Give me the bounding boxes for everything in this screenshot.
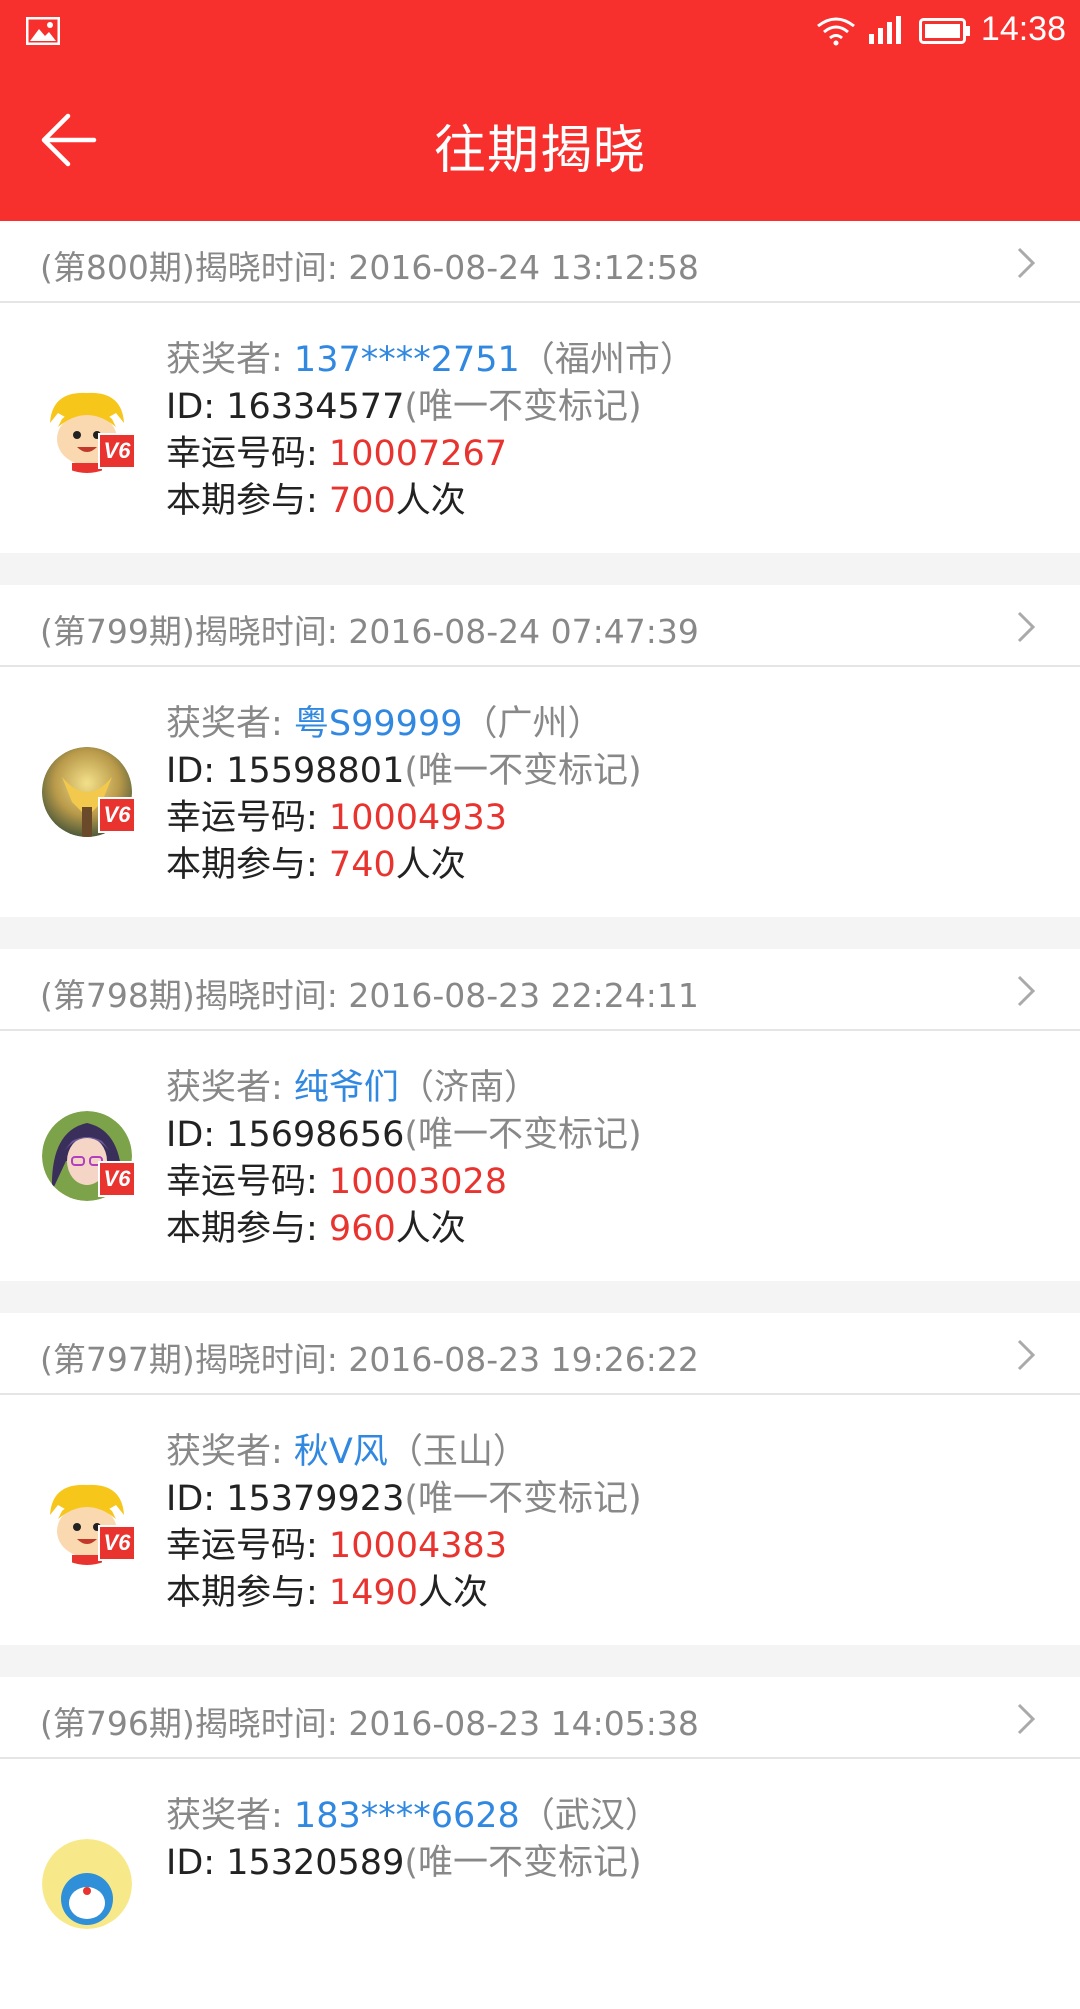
history-list: (第800期)揭晓时间: 2016-08-24 13:12:58 V6 获奖者: — [0, 221, 1080, 2009]
vip-badge: V6 — [98, 1161, 136, 1197]
id-note: (唯一不变标记) — [404, 1115, 642, 1155]
lucky-label: 幸运号码: — [166, 798, 329, 838]
status-time: 14:38 — [980, 10, 1066, 48]
winner-location: （玉山） — [387, 1432, 528, 1472]
winner-name[interactable]: 137****2751 — [294, 340, 520, 380]
period-card[interactable]: (第799期)揭晓时间: 2016-08-24 07:47:39 V6 获奖者:… — [0, 585, 1080, 917]
joined-label: 本期参与: — [166, 1573, 329, 1613]
wifi-icon — [817, 17, 855, 46]
chevron-right-icon — [1017, 1339, 1036, 1371]
lucky-number: 10004383 — [328, 1526, 508, 1566]
winner-label: 获奖者: — [166, 704, 294, 744]
joined-unit: 人次 — [395, 481, 466, 521]
joined-label: 本期参与: — [166, 1209, 329, 1249]
doraemon-avatar-icon — [42, 1839, 132, 1929]
user-id: 15698656 — [226, 1115, 405, 1155]
period-header[interactable]: (第798期)揭晓时间: 2016-08-23 22:24:11 — [0, 949, 1080, 1031]
period-header-text: (第797期)揭晓时间: 2016-08-23 19:26:22 — [40, 1340, 699, 1379]
period-body: V6 获奖者: 粤S99999（广州） ID: 15598801(唯一不变标记)… — [0, 667, 1080, 917]
winner-label: 获奖者: — [166, 340, 294, 380]
winner-location: （武汉） — [519, 1796, 660, 1836]
period-header-text: (第800期)揭晓时间: 2016-08-24 13:12:58 — [40, 248, 699, 287]
avatar: V6 — [42, 1475, 136, 1565]
joined-label: 本期参与: — [166, 481, 329, 521]
winner-location: （济南） — [398, 1068, 539, 1108]
joined-unit: 人次 — [395, 1209, 466, 1249]
period-card[interactable]: (第800期)揭晓时间: 2016-08-24 13:12:58 V6 获奖者: — [0, 221, 1080, 553]
joined-count: 960 — [328, 1209, 396, 1249]
vip-badge: V6 — [98, 797, 136, 833]
period-body: 获奖者: 183****6628（武汉） ID: 15320589(唯一不变标记… — [0, 1759, 1080, 2009]
user-id: 15598801 — [226, 751, 405, 791]
image-notification-icon — [26, 17, 60, 45]
period-header[interactable]: (第799期)揭晓时间: 2016-08-24 07:47:39 — [0, 585, 1080, 667]
id-label: ID: — [166, 1479, 227, 1519]
winner-label: 获奖者: — [166, 1068, 294, 1108]
winner-name[interactable]: 秋V风 — [294, 1432, 388, 1472]
divider — [0, 1645, 1080, 1677]
winner-name[interactable]: 粤S99999 — [294, 704, 463, 744]
period-header-text: (第799期)揭晓时间: 2016-08-24 07:47:39 — [40, 612, 699, 651]
winner-label: 获奖者: — [166, 1796, 294, 1836]
id-note: (唯一不变标记) — [404, 387, 642, 427]
period-body: V6 获奖者: 137****2751（福州市） ID: 16334577(唯一… — [0, 303, 1080, 553]
joined-unit: 人次 — [418, 1573, 489, 1613]
joined-count: 740 — [328, 845, 396, 885]
vip-badge: V6 — [98, 1525, 136, 1561]
lucky-number: 10007267 — [328, 434, 508, 474]
period-card[interactable]: (第798期)揭晓时间: 2016-08-23 22:24:11 V6 获奖者:… — [0, 949, 1080, 1281]
lucky-number: 10003028 — [328, 1162, 508, 1202]
period-header[interactable]: (第797期)揭晓时间: 2016-08-23 19:26:22 — [0, 1313, 1080, 1395]
lucky-label: 幸运号码: — [166, 1162, 329, 1202]
period-body: V6 获奖者: 秋V风（玉山） ID: 15379923(唯一不变标记) 幸运号… — [0, 1395, 1080, 1645]
id-label: ID: — [166, 1843, 227, 1883]
chevron-right-icon — [1017, 1703, 1036, 1735]
app-bar: 14:38 往期揭晓 — [0, 0, 1080, 221]
divider — [0, 553, 1080, 585]
period-card[interactable]: (第797期)揭晓时间: 2016-08-23 19:26:22 V6 获奖者: — [0, 1313, 1080, 1645]
joined-count: 1490 — [328, 1573, 418, 1613]
avatar: V6 — [42, 383, 136, 473]
signal-icon — [869, 16, 901, 44]
winner-label: 获奖者: — [166, 1432, 294, 1472]
winner-name[interactable]: 183****6628 — [294, 1796, 520, 1836]
joined-count: 700 — [328, 481, 396, 521]
joined-unit: 人次 — [395, 845, 466, 885]
period-body: V6 获奖者: 纯爷们（济南） ID: 15698656(唯一不变标记) 幸运号… — [0, 1031, 1080, 1281]
user-id: 16334577 — [226, 387, 405, 427]
period-header-text: (第796期)揭晓时间: 2016-08-23 14:05:38 — [40, 1704, 699, 1743]
period-header-text: (第798期)揭晓时间: 2016-08-23 22:24:11 — [40, 976, 699, 1015]
winner-name[interactable]: 纯爷们 — [294, 1068, 399, 1108]
id-label: ID: — [166, 1115, 227, 1155]
winner-location: （广州） — [462, 704, 603, 744]
user-id: 15320589 — [226, 1843, 405, 1883]
avatar — [42, 1839, 132, 1929]
id-note: (唯一不变标记) — [404, 751, 642, 791]
id-note: (唯一不变标记) — [404, 1479, 642, 1519]
period-header[interactable]: (第796期)揭晓时间: 2016-08-23 14:05:38 — [0, 1677, 1080, 1759]
winner-location: （福州市） — [519, 340, 695, 380]
id-label: ID: — [166, 387, 227, 427]
lucky-number: 10004933 — [328, 798, 508, 838]
lucky-label: 幸运号码: — [166, 1526, 329, 1566]
avatar: V6 — [42, 1111, 136, 1201]
vip-badge: V6 — [98, 433, 136, 469]
status-bar: 14:38 — [0, 0, 1080, 64]
divider — [0, 917, 1080, 949]
lucky-label: 幸运号码: — [166, 434, 329, 474]
divider — [0, 1281, 1080, 1313]
joined-label: 本期参与: — [166, 845, 329, 885]
battery-icon — [919, 18, 970, 44]
period-card[interactable]: (第796期)揭晓时间: 2016-08-23 14:05:38 获奖者: 18… — [0, 1677, 1080, 2009]
chevron-right-icon — [1017, 611, 1036, 643]
chevron-right-icon — [1017, 975, 1036, 1007]
user-id: 15379923 — [226, 1479, 405, 1519]
chevron-right-icon — [1017, 247, 1036, 279]
id-note: (唯一不变标记) — [404, 1843, 642, 1883]
page-title: 往期揭晓 — [433, 121, 646, 181]
period-header[interactable]: (第800期)揭晓时间: 2016-08-24 13:12:58 — [0, 221, 1080, 303]
id-label: ID: — [166, 751, 227, 791]
avatar: V6 — [42, 747, 136, 837]
